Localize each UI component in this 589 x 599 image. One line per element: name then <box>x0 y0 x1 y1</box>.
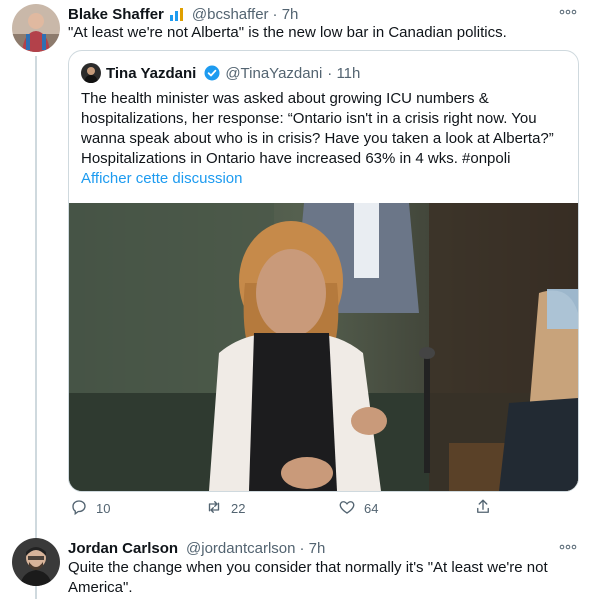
heart-icon <box>338 498 356 519</box>
tweet1-author-name[interactable]: Blake Shaffer <box>68 6 164 23</box>
quote-header: Tina Yazdani @TinaYazdani · 11h <box>81 63 360 83</box>
avatar-jordan-carlson[interactable] <box>12 538 60 586</box>
thread-line <box>35 56 37 599</box>
like-count: 64 <box>364 501 379 516</box>
tweet1-text: "At least we're not Alberta" is the new … <box>68 24 507 41</box>
tweet1-header: Blake Shaffer @bcshaffer · 7h <box>68 4 298 24</box>
retweet-action[interactable]: 22 <box>205 498 245 519</box>
tweet1-handle[interactable]: @bcshaffer <box>192 6 269 23</box>
share-action[interactable] <box>474 498 492 519</box>
quote-text: The health minister was asked about grow… <box>81 90 554 167</box>
retweet-icon <box>205 498 223 519</box>
tweet1-timestamp[interactable]: · 7h <box>273 6 299 23</box>
more-horizontal-icon[interactable] <box>559 539 577 555</box>
quote-author-name[interactable]: Tina Yazdani <box>106 65 196 82</box>
tweet2-timestamp[interactable]: · 7h <box>299 540 325 557</box>
retweet-count: 22 <box>231 501 246 516</box>
reply-icon <box>70 498 88 519</box>
show-thread-link[interactable]: Afficher cette discussion <box>81 170 242 187</box>
video-thumbnail[interactable] <box>69 203 578 491</box>
share-icon <box>474 498 492 519</box>
tweet2-author-name[interactable]: Jordan Carlson <box>68 540 178 557</box>
avatar-blake-shaffer[interactable] <box>12 4 60 52</box>
like-action[interactable]: 64 <box>338 498 378 519</box>
more-horizontal-icon[interactable] <box>559 4 577 20</box>
quote-handle[interactable]: @TinaYazdani <box>225 65 322 82</box>
verified-badge-icon <box>204 65 220 81</box>
bar-chart-icon <box>169 7 184 21</box>
reply-action[interactable]: 10 <box>70 498 110 519</box>
quoted-tweet-card[interactable]: Tina Yazdani @TinaYazdani · 11h The heal… <box>68 50 579 492</box>
tweet2-header: Jordan Carlson @jordantcarlson · 7h <box>68 538 325 558</box>
reply-count: 10 <box>96 501 111 516</box>
avatar-tina-yazdani[interactable] <box>81 63 101 83</box>
tweet2-text: Quite the change when you consider that … <box>68 559 548 596</box>
quote-timestamp[interactable]: · 11h <box>327 65 360 82</box>
tweet2-handle[interactable]: @jordantcarlson <box>186 540 295 557</box>
